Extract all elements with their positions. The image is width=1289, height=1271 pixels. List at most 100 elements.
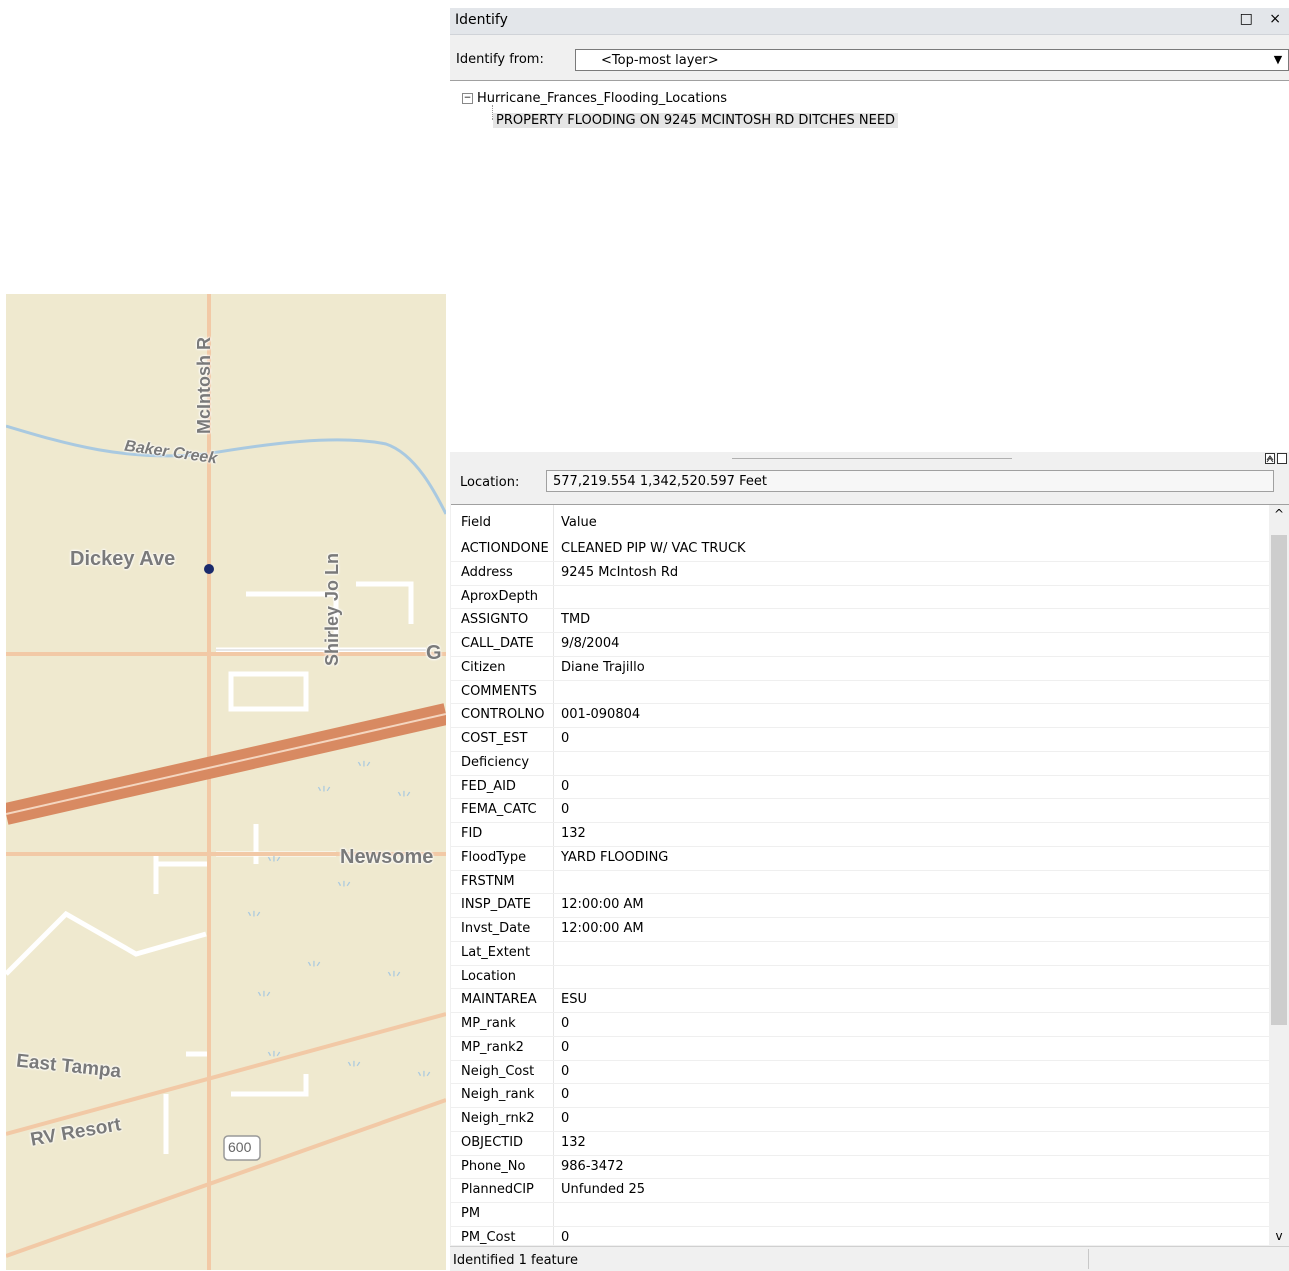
identify-window: Identify □ × Identify from: <Top-most la… [450, 8, 1289, 1271]
row-field-value: 9/8/2004 [561, 636, 620, 651]
table-row[interactable]: MP_rank2 0 [451, 1037, 1269, 1061]
status-divider [1088, 1249, 1089, 1269]
svg-text:⺌: ⺌ [416, 1069, 432, 1088]
table-row[interactable]: Phone_No 986-3472 [451, 1156, 1269, 1180]
attribute-grid[interactable]: Field Value ACTIONDONE CLEANED PIP W/ VAC… [451, 504, 1289, 1245]
chevron-down-icon[interactable]: ▼ [1268, 50, 1288, 70]
row-field-name: Address [461, 564, 513, 580]
table-row[interactable]: Neigh_Cost 0 [451, 1061, 1269, 1085]
row-field-name: FEMA_CATC [461, 802, 537, 818]
window-title: Identify [455, 12, 508, 28]
row-field-name: PlannedCIP [461, 1182, 534, 1198]
row-field-name: INSP_DATE [461, 897, 531, 913]
row-field-name: PM [461, 1206, 481, 1221]
table-row[interactable]: AproxDepth [451, 586, 1269, 610]
table-row[interactable]: Invst_Date 12:00:00 AM [451, 918, 1269, 942]
table-row[interactable]: FID 132 [451, 823, 1269, 847]
identify-from-dropdown[interactable]: <Top-most layer> ▼ [575, 49, 1289, 71]
row-field-value: ESU [561, 992, 587, 1008]
row-field-name: FID [461, 826, 483, 841]
row-field-name: FloodType [461, 849, 527, 865]
table-row[interactable]: Lat_Extent [451, 942, 1269, 966]
table-row[interactable]: Location [451, 966, 1269, 990]
row-field-value: 132 [561, 826, 586, 841]
scroll-down-icon[interactable]: v [1269, 1229, 1289, 1243]
title-bar[interactable]: Identify □ × [450, 8, 1289, 35]
location-label: Location: [460, 475, 520, 490]
row-field-name: COST_EST [461, 731, 528, 746]
vertical-scrollbar[interactable]: ^ v [1269, 505, 1289, 1245]
table-row[interactable]: FED_AID 0 [451, 776, 1269, 800]
row-field-value: 0 [561, 1039, 570, 1055]
row-field-value: 0 [561, 1087, 570, 1103]
row-field-name: ACTIONDONE [461, 541, 549, 556]
table-row[interactable]: PlannedCIP Unfunded 25 [451, 1179, 1269, 1203]
table-row[interactable]: PM [451, 1203, 1269, 1227]
status-bar: Identified 1 feature [450, 1246, 1289, 1271]
row-field-value: 0 [561, 1063, 570, 1079]
route-shield-label: 600 [228, 1139, 252, 1155]
table-row[interactable]: CONTROLNO 001-090804 [451, 704, 1269, 728]
table-row[interactable]: MP_rank 0 [451, 1013, 1269, 1037]
location-value: 577,219.554 1,342,520.597 Feet [553, 474, 767, 489]
tree-item-layer[interactable]: − Hurricane_Frances_Flooding_Locations [462, 91, 727, 106]
row-field-name: ASSIGNTO [461, 612, 529, 628]
row-field-name: PM_Cost [461, 1229, 516, 1245]
table-row[interactable]: Neigh_rnk2 0 [451, 1108, 1269, 1132]
map-view[interactable]: ⺌⺌⺌ ⺌⺌⺌ ⺌⺌⺌ ⺌⺌⺌ McIntosh R Baker Creek D… [6, 294, 446, 1270]
row-field-value: TMD [561, 612, 591, 628]
tree-item-feature[interactable]: PROPERTY FLOODING ON 9245 MCINTOSH RD DI… [493, 113, 899, 128]
collapse-icon[interactable]: − [462, 93, 473, 104]
svg-text:⺌: ⺌ [266, 854, 282, 873]
row-field-value: 0 [561, 1111, 570, 1126]
row-field-value: Unfunded 25 [561, 1182, 645, 1198]
column-header-value[interactable]: Value [561, 515, 597, 530]
table-row[interactable]: Neigh_rank 0 [451, 1084, 1269, 1108]
row-field-value: 0 [561, 731, 570, 746]
layout-toggle-icon[interactable] [1265, 453, 1287, 465]
row-field-name: Deficiency [461, 754, 530, 770]
table-row[interactable]: Address 9245 McIntosh Rd [451, 562, 1269, 586]
table-row[interactable]: PM_Cost 0 [451, 1227, 1269, 1245]
row-field-value: 12:00:00 AM [561, 897, 644, 913]
window-controls-icon[interactable]: □ × [1240, 11, 1287, 27]
row-field-name: COMMENTS [461, 683, 537, 699]
table-row[interactable]: INSP_DATE 12:00:00 AM [451, 894, 1269, 918]
row-field-value: 0 [561, 1229, 570, 1245]
table-row[interactable]: COMMENTS [451, 681, 1269, 705]
grid-header: Field Value [451, 505, 1269, 539]
scroll-thumb[interactable] [1271, 535, 1287, 1025]
column-header-field[interactable]: Field [461, 515, 491, 530]
table-row[interactable]: FRSTNM [451, 871, 1269, 895]
row-field-name: MAINTAREA [461, 992, 537, 1008]
pane-splitter[interactable] [450, 452, 1289, 466]
splitter-grip[interactable] [732, 458, 1012, 459]
grid-rows: ACTIONDONE CLEANED PIP W/ VAC TRUCK Addres… [451, 538, 1269, 1245]
identify-from-value: <Top-most layer> [601, 53, 719, 68]
row-field-value: 12:00:00 AM [561, 921, 644, 936]
map-label-dickey-ave: Dickey Ave [70, 548, 176, 570]
svg-text:⺌: ⺌ [336, 879, 352, 898]
feature-point [204, 564, 214, 574]
table-row[interactable]: FEMA_CATC 0 [451, 799, 1269, 823]
row-field-name: Neigh_rank [461, 1087, 535, 1103]
table-row[interactable]: ASSIGNTO TMD [451, 609, 1269, 633]
scroll-up-icon[interactable]: ^ [1269, 507, 1289, 521]
row-field-name: AproxDepth [461, 588, 539, 604]
svg-text:⺌: ⺌ [256, 989, 272, 1008]
table-row[interactable]: MAINTAREA ESU [451, 989, 1269, 1013]
row-field-value: Diane Trajillo [561, 659, 645, 675]
row-field-name: Phone_No [461, 1158, 526, 1174]
table-row[interactable]: ACTIONDONE CLEANED PIP W/ VAC TRUCK [451, 538, 1269, 562]
map-label-mcintosh: McIntosh R [194, 337, 214, 434]
map-label-g: G [426, 642, 442, 664]
results-tree[interactable]: − Hurricane_Frances_Flooding_Locations P… [450, 80, 1289, 453]
table-row[interactable]: FloodType YARD FLOODING [451, 847, 1269, 871]
svg-text:⺌: ⺌ [266, 1049, 282, 1068]
table-row[interactable]: OBJECTID 132 [451, 1132, 1269, 1156]
table-row[interactable]: Deficiency [451, 752, 1269, 776]
table-row[interactable]: CALL_DATE 9/8/2004 [451, 633, 1269, 657]
row-field-name: FED_AID [461, 778, 516, 794]
table-row[interactable]: Citizen Diane Trajillo [451, 657, 1269, 681]
table-row[interactable]: COST_EST 0 [451, 728, 1269, 752]
